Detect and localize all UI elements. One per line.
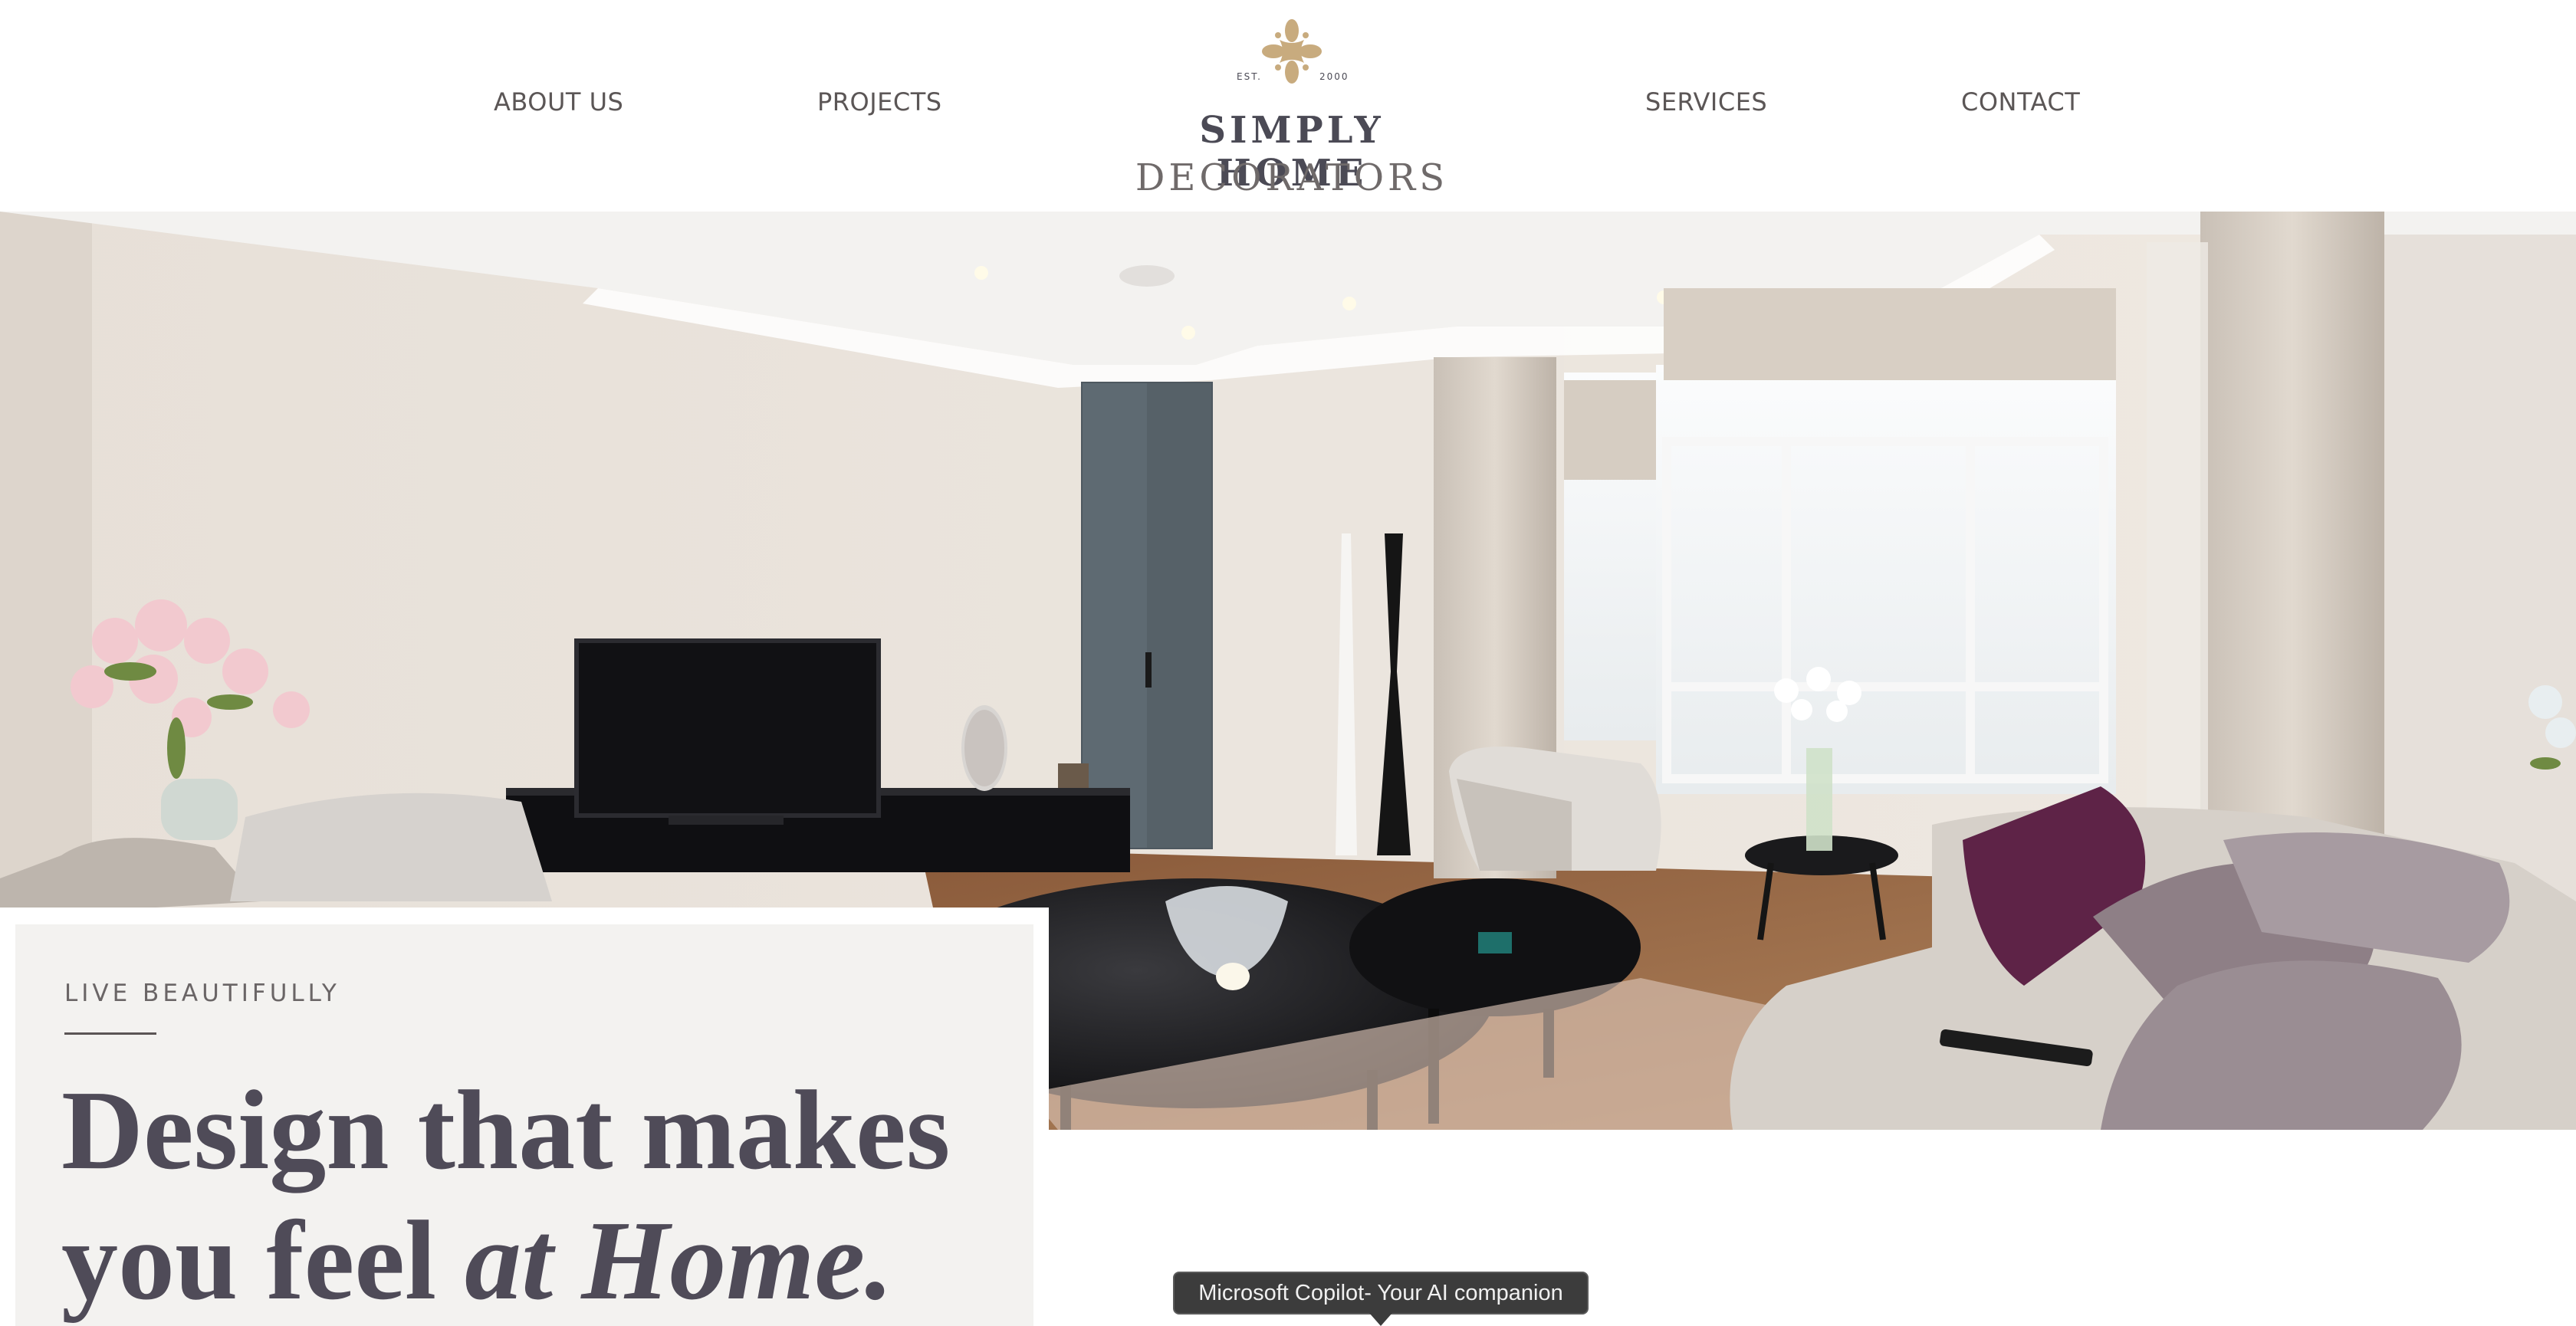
fleur-ornament-icon: EST. 2000 [1237,19,1349,84]
brand-logo[interactable]: EST. 2000 SIMPLY HOME DECORATORS [1135,18,1449,199]
eyebrow-divider [64,1032,156,1035]
headline-line2: you feel at Home. [61,1198,893,1324]
headline-line1: Design that makes [61,1068,951,1193]
tooltip-pointer [1369,1313,1392,1326]
brand-est-text: EST. [1237,71,1262,82]
brand-name-line2: DECORATORS [1135,156,1449,199]
nav-projects-link[interactable]: PROJECTS [817,87,942,117]
headline-line2-italic: at Home. [465,1198,894,1324]
copilot-tooltip: Microsoft Copilot- Your AI companion [1173,1272,1589,1315]
eyebrow-text: LIVE BEAUTIFULLY [64,980,340,1007]
nav-contact-link[interactable]: CONTACT [1961,87,2080,117]
brand-year-text: 2000 [1319,71,1349,82]
headline-line2-plain: you feel [61,1198,465,1324]
nav-about-us-link[interactable]: ABOUT US [494,87,623,117]
nav-services-link[interactable]: SERVICES [1645,87,1767,117]
site-header: ABOUT US PROJECTS EST. 2000 SIMPLY HOME … [0,0,2576,212]
hero-headline: Design that makes you feel at Home. [61,1065,1012,1326]
